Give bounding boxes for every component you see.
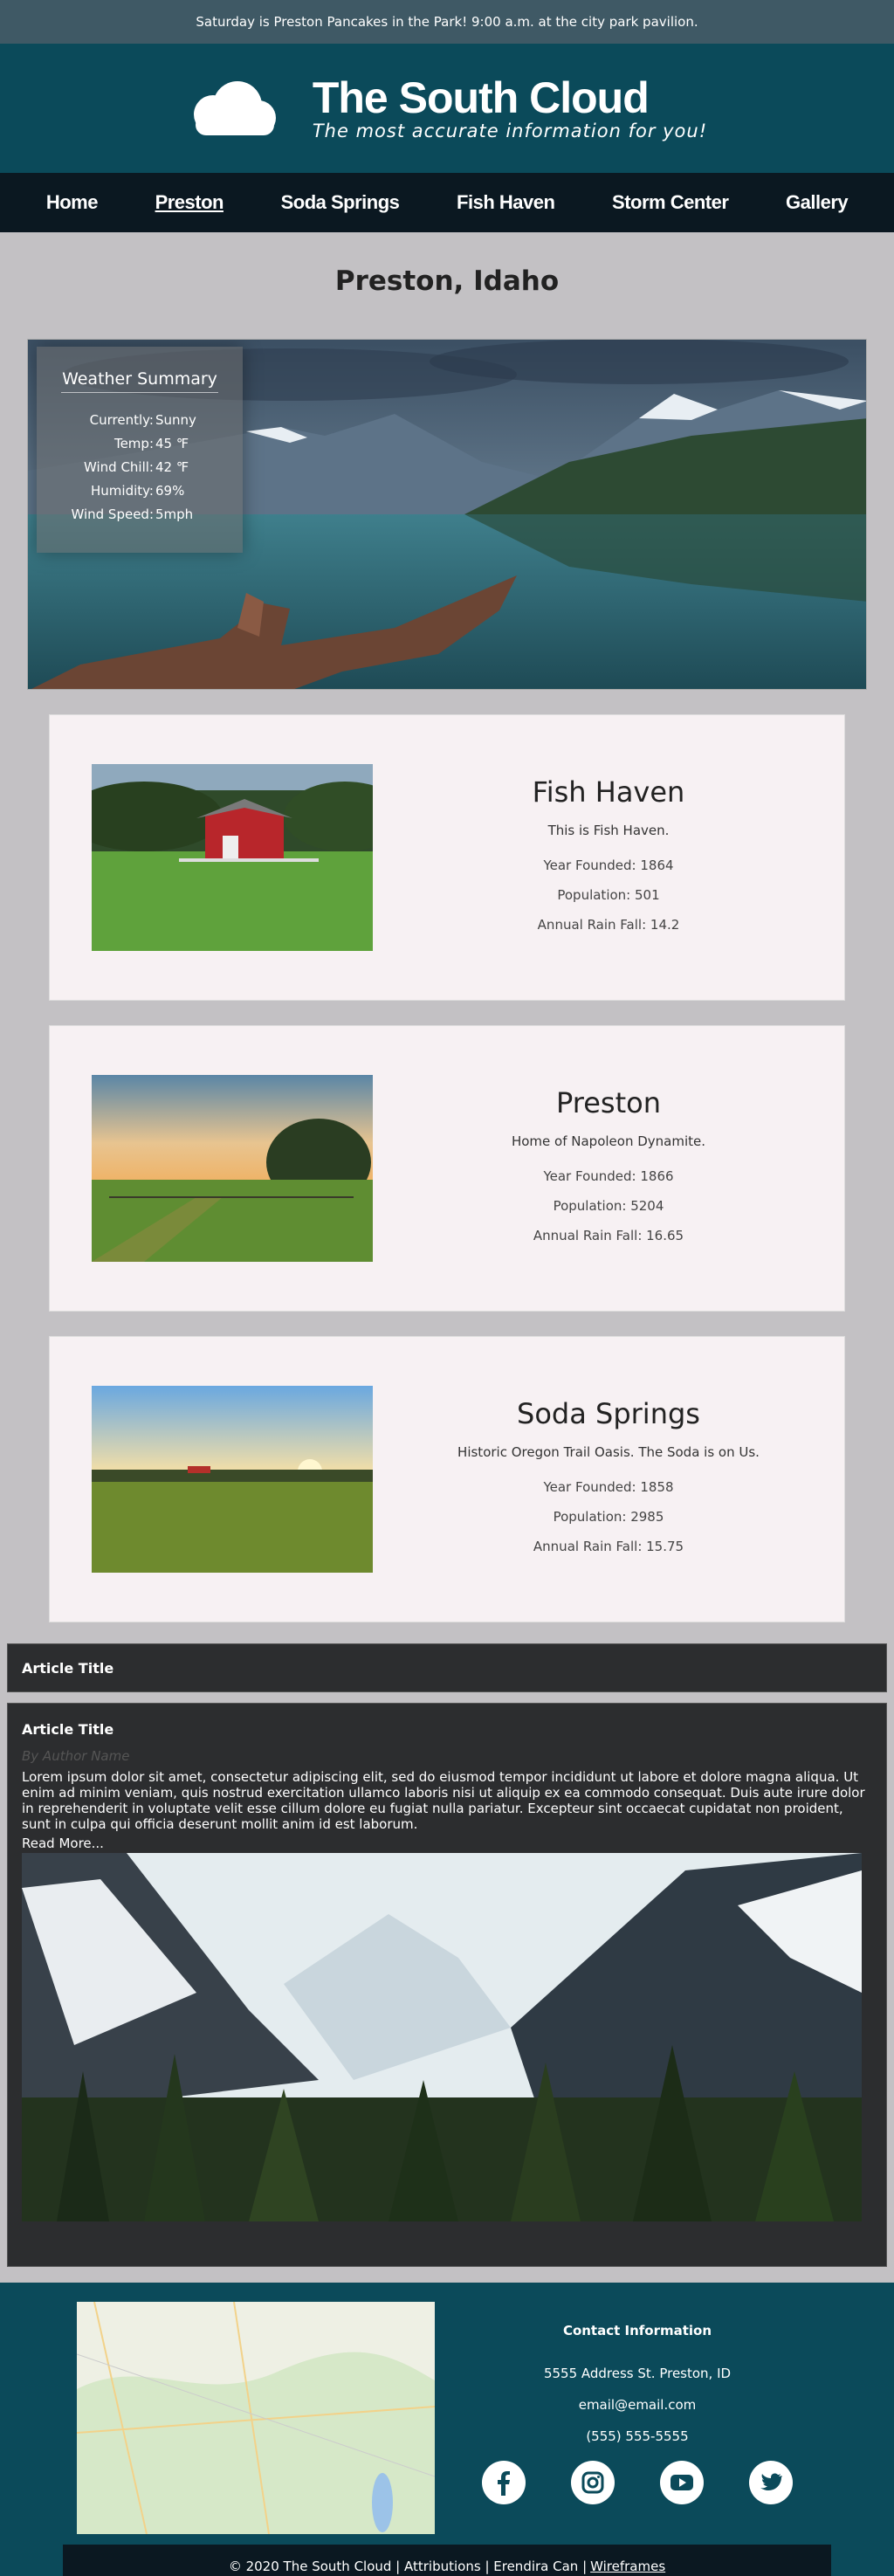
weather-summary: Weather Summary Currently: Sunny Temp: 45 …	[37, 347, 243, 553]
site-footer: Contact Information 5555 Address St. Pre…	[0, 2283, 894, 2576]
nav-soda-springs[interactable]: Soda Springs	[281, 191, 400, 214]
weather-value: 5mph	[155, 506, 194, 522]
town-motto: Home of Napoleon Dynamite.	[511, 1133, 706, 1149]
weather-label: Wind Speed:	[71, 506, 154, 522]
nav-fish-haven[interactable]: Fish Haven	[457, 191, 555, 214]
town-founded: Year Founded: 1864	[543, 858, 674, 873]
article: Article Title By Author Name Lorem ipsum…	[7, 1703, 887, 2267]
map-image[interactable]	[77, 2302, 435, 2534]
nav-home[interactable]: Home	[46, 191, 99, 214]
town-card-fish-haven: Fish Haven This is Fish Haven. Year Foun…	[49, 714, 845, 1001]
weather-value: 42 ℉	[155, 459, 189, 475]
barn-image	[92, 764, 373, 951]
article-body: Lorem ipsum dolor sit amet, consectetur …	[22, 1769, 865, 1832]
contact-info: Contact Information 5555 Address St. Pre…	[489, 2323, 786, 2452]
twitter-icon[interactable]	[749, 2461, 793, 2504]
weather-row: Humidity: 69%	[49, 479, 230, 503]
field-sunset-image	[92, 1075, 373, 1262]
weather-label: Currently:	[89, 412, 154, 428]
cloud-icon	[193, 81, 276, 135]
announcement-text: Saturday is Preston Pancakes in the Park…	[196, 14, 698, 30]
contact-phone[interactable]: (555) 555-5555	[489, 2421, 786, 2452]
town-rainfall: Annual Rain Fall: 14.2	[537, 917, 680, 933]
copyright-text: © 2020 The South Cloud | Attributions | …	[228, 2559, 588, 2574]
town-rainfall: Annual Rain Fall: 16.65	[533, 1228, 684, 1243]
farm-sunrise-image	[92, 1386, 373, 1573]
weather-label: Temp:	[113, 436, 154, 451]
nav-storm-center[interactable]: Storm Center	[612, 191, 729, 214]
article-title-bar: Article Title	[7, 1643, 887, 1692]
weather-value: Sunny	[155, 412, 196, 428]
article-title: Article Title	[22, 1721, 114, 1738]
town-population: Population: 2985	[553, 1509, 664, 1525]
facebook-icon[interactable]	[482, 2461, 526, 2504]
site-tagline: The most accurate information for you!	[312, 121, 708, 141]
nav-gallery[interactable]: Gallery	[786, 191, 849, 214]
article-bar-title: Article Title	[22, 1659, 114, 1677]
youtube-icon[interactable]	[660, 2461, 704, 2504]
contact-email[interactable]: email@email.com	[489, 2389, 786, 2421]
weather-row: Currently: Sunny	[49, 409, 230, 432]
town-motto: This is Fish Haven.	[547, 823, 670, 838]
site-title: The South Cloud	[312, 73, 650, 122]
nav-preston[interactable]: Preston	[155, 191, 224, 214]
weather-heading: Weather Summary	[61, 369, 218, 393]
wireframes-link[interactable]: Wireframes	[590, 2559, 665, 2574]
contact-heading: Contact Information	[562, 2323, 712, 2338]
announcement-banner: Saturday is Preston Pancakes in the Park…	[0, 0, 894, 44]
instagram-icon[interactable]	[571, 2461, 615, 2504]
mountains-image	[22, 1853, 862, 2221]
brand: The South Cloud The most accurate inform…	[313, 75, 707, 141]
copyright-bar: © 2020 The South Cloud | Attributions | …	[63, 2545, 831, 2576]
town-card-preston: Preston Home of Napoleon Dynamite. Year …	[49, 1025, 845, 1312]
town-name: Soda Springs	[517, 1397, 700, 1430]
town-info: Soda Springs Historic Oregon Trail Oasis…	[373, 1397, 844, 1561]
town-founded: Year Founded: 1858	[543, 1479, 674, 1495]
article-author: By Author Name	[22, 1748, 130, 1764]
main-nav: Home Preston Soda Springs Fish Haven Sto…	[0, 173, 894, 232]
town-rainfall: Annual Rain Fall: 15.75	[533, 1539, 684, 1554]
weather-value: 69%	[155, 483, 185, 499]
town-name: Fish Haven	[532, 775, 685, 809]
town-founded: Year Founded: 1866	[543, 1168, 674, 1184]
social-links	[482, 2461, 793, 2504]
weather-row: Wind Chill: 42 ℉	[49, 456, 230, 479]
town-info: Fish Haven This is Fish Haven. Year Foun…	[373, 775, 844, 940]
weather-row: Temp: 45 ℉	[49, 432, 230, 456]
weather-value: 45 ℉	[155, 436, 189, 451]
weather-label: Humidity:	[91, 483, 154, 499]
hero-banner: Weather Summary Currently: Sunny Temp: 45 …	[27, 339, 867, 690]
page-title: Preston, Idaho	[334, 265, 560, 297]
contact-address: 5555 Address St. Preston, ID	[543, 2366, 732, 2381]
weather-row: Wind Speed: 5mph	[49, 503, 230, 527]
site-header: The South Cloud The most accurate inform…	[0, 44, 894, 173]
read-more-link[interactable]: Read More...	[22, 1836, 104, 1851]
town-population: Population: 501	[557, 887, 660, 903]
town-info: Preston Home of Napoleon Dynamite. Year …	[373, 1086, 844, 1250]
weather-label: Wind Chill:	[83, 459, 154, 475]
town-name: Preston	[556, 1086, 661, 1119]
town-card-soda-springs: Soda Springs Historic Oregon Trail Oasis…	[49, 1336, 845, 1622]
town-population: Population: 5204	[553, 1198, 664, 1214]
town-motto: Historic Oregon Trail Oasis. The Soda is…	[457, 1444, 760, 1460]
